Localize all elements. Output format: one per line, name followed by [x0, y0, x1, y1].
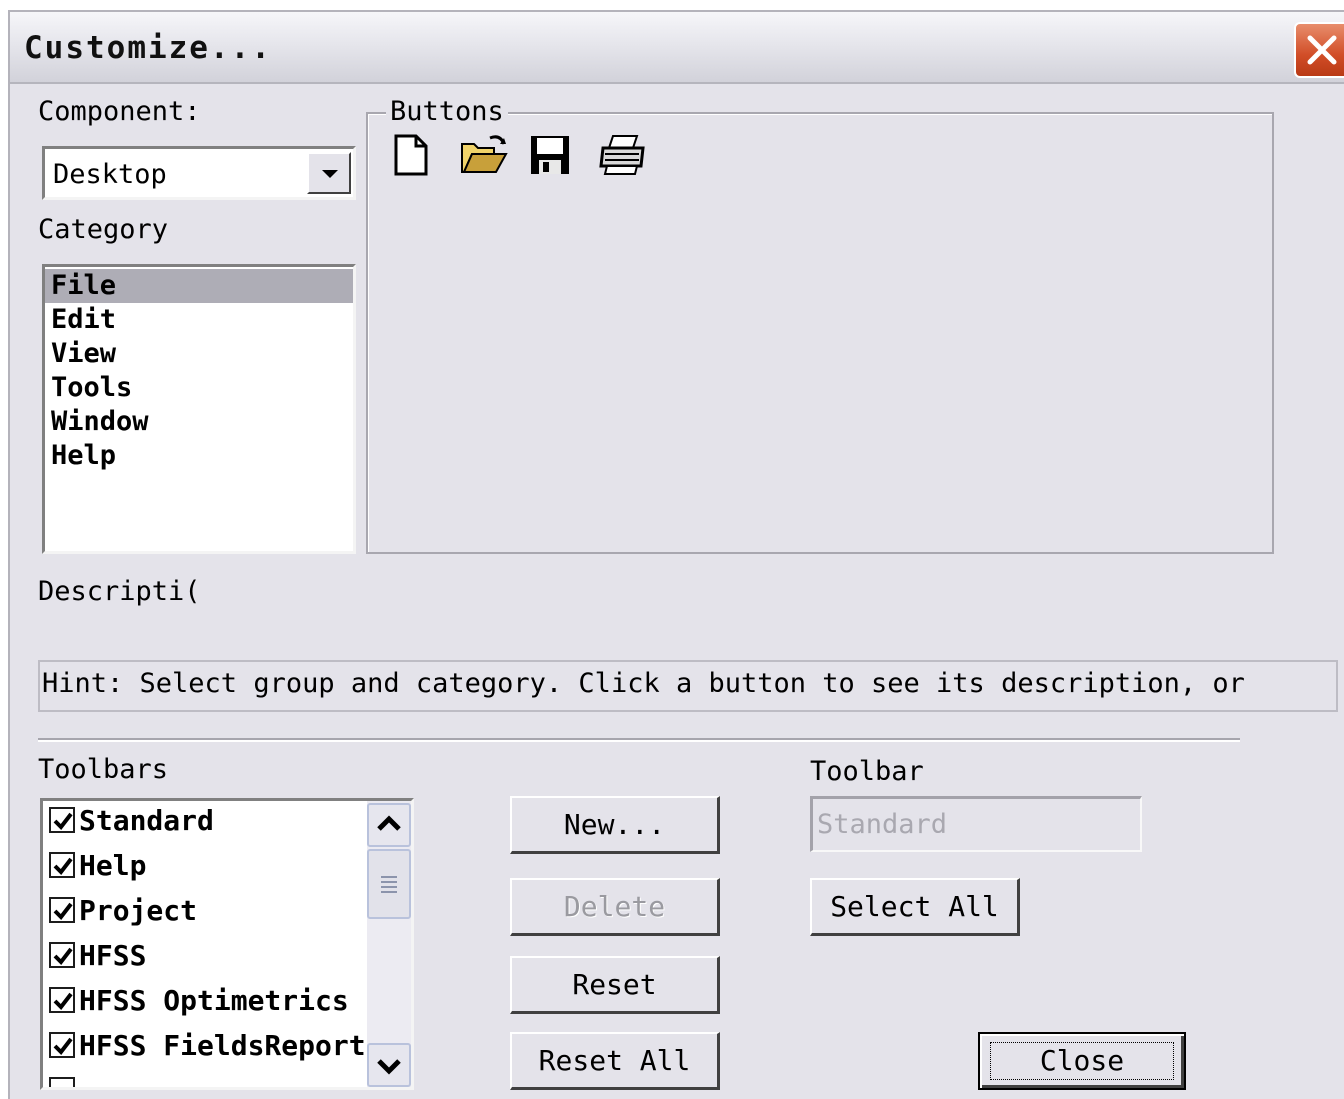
new-document-icon[interactable] [390, 134, 442, 178]
toolbar-item-hfss[interactable]: HFSS [45, 934, 365, 979]
component-combobox[interactable]: Desktop [42, 146, 356, 200]
hfss-fieldsreport-checkbox[interactable] [49, 1032, 75, 1058]
scroll-thumb[interactable] [367, 849, 411, 919]
scroll-up-button[interactable] [367, 803, 411, 847]
toolbar-item-help[interactable]: Help [45, 844, 365, 889]
buttons-group-label: Buttons [386, 96, 508, 127]
dialog-title: Customize... [24, 30, 272, 66]
toolbar-item-label: HFSS Optimetrics [79, 984, 349, 1017]
toolbar-item-label: Help [79, 849, 147, 882]
project-checkbox[interactable] [49, 897, 75, 923]
chevron-up-icon [377, 815, 401, 831]
reset-all-button-label: Reset All [538, 1044, 691, 1077]
description-label: Descripti( [38, 576, 201, 607]
checkmark-icon [53, 1037, 73, 1056]
checkmark-icon [53, 812, 73, 831]
chevron-down-icon [377, 1059, 401, 1075]
new-toolbar-button[interactable]: New... [510, 796, 720, 854]
category-list[interactable]: File Edit View Tools Window Help [42, 264, 356, 554]
grip-icon [381, 876, 397, 893]
component-value: Desktop [53, 159, 167, 190]
toolbar-item-label: HFSS [79, 939, 147, 972]
new-button-label: New... [563, 808, 666, 841]
toolbar-item-partial[interactable] [45, 1069, 365, 1087]
select-all-button[interactable]: Select All [810, 878, 1020, 936]
toolbars-scrollbar[interactable] [367, 801, 411, 1087]
toolbars-list[interactable]: Standard Help Project HFSS HFSS Optimetr… [40, 798, 414, 1090]
checkmark-icon [53, 992, 73, 1011]
toolbar-item-project[interactable]: Project [45, 889, 365, 934]
reset-all-button[interactable]: Reset All [510, 1032, 720, 1090]
hfss-checkbox[interactable] [49, 942, 75, 968]
checkmark-icon [53, 857, 73, 876]
close-button-label: Close [1039, 1044, 1125, 1077]
close-icon [1307, 35, 1337, 65]
close-button[interactable]: Close [978, 1032, 1186, 1090]
title-bar[interactable]: Customize... [10, 12, 1344, 84]
save-disk-icon[interactable] [529, 134, 581, 178]
checkmark-icon [53, 947, 73, 966]
partial-checkbox[interactable] [49, 1077, 75, 1087]
hint-text: Hint: Select group and category. Click a… [42, 668, 1245, 699]
description-box: Hint: Select group and category. Click a… [38, 660, 1338, 712]
chevron-down-icon [322, 170, 338, 178]
open-folder-icon[interactable] [460, 134, 512, 178]
toolbar-name-value: Standard [817, 809, 948, 840]
category-item-window[interactable]: Window [45, 405, 353, 439]
delete-button-label: Delete [563, 890, 666, 923]
reset-button-label: Reset [572, 968, 657, 1001]
toolbar-item-label: Standard [79, 804, 214, 837]
toolbar-item-standard[interactable]: Standard [45, 801, 365, 844]
component-dropdown-button[interactable] [307, 152, 351, 194]
toolbar-name-label: Toolbar [810, 756, 924, 787]
hfss-optimetrics-checkbox[interactable] [49, 987, 75, 1013]
separator [38, 738, 1240, 742]
toolbar-item-label: HFSS FieldsReport [79, 1029, 366, 1062]
button-icons [390, 134, 659, 180]
checkmark-icon [53, 902, 73, 921]
category-item-help[interactable]: Help [45, 439, 353, 473]
select-all-button-label: Select All [830, 890, 999, 923]
category-label: Category [38, 214, 169, 245]
toolbar-item-label: Project [79, 894, 198, 927]
close-window-button[interactable] [1294, 22, 1344, 78]
reset-button[interactable]: Reset [510, 956, 720, 1014]
category-item-edit[interactable]: Edit [45, 303, 353, 337]
print-icon[interactable] [599, 134, 651, 178]
customize-dialog: Customize... Component: Desktop Category… [8, 10, 1344, 1099]
component-label: Component: [38, 96, 201, 127]
category-item-file[interactable]: File [45, 269, 353, 303]
standard-checkbox[interactable] [49, 807, 75, 833]
toolbars-label: Toolbars [38, 754, 169, 785]
delete-toolbar-button[interactable]: Delete [510, 878, 720, 936]
scroll-down-button[interactable] [367, 1043, 411, 1087]
category-item-tools[interactable]: Tools [45, 371, 353, 405]
toolbar-item-hfss-optimetrics[interactable]: HFSS Optimetrics [45, 979, 365, 1024]
toolbar-name-field: Standard [810, 796, 1142, 852]
toolbar-item-hfss-fieldsreport[interactable]: HFSS FieldsReport [45, 1024, 366, 1069]
help-checkbox[interactable] [49, 852, 75, 878]
category-item-view[interactable]: View [45, 337, 353, 371]
